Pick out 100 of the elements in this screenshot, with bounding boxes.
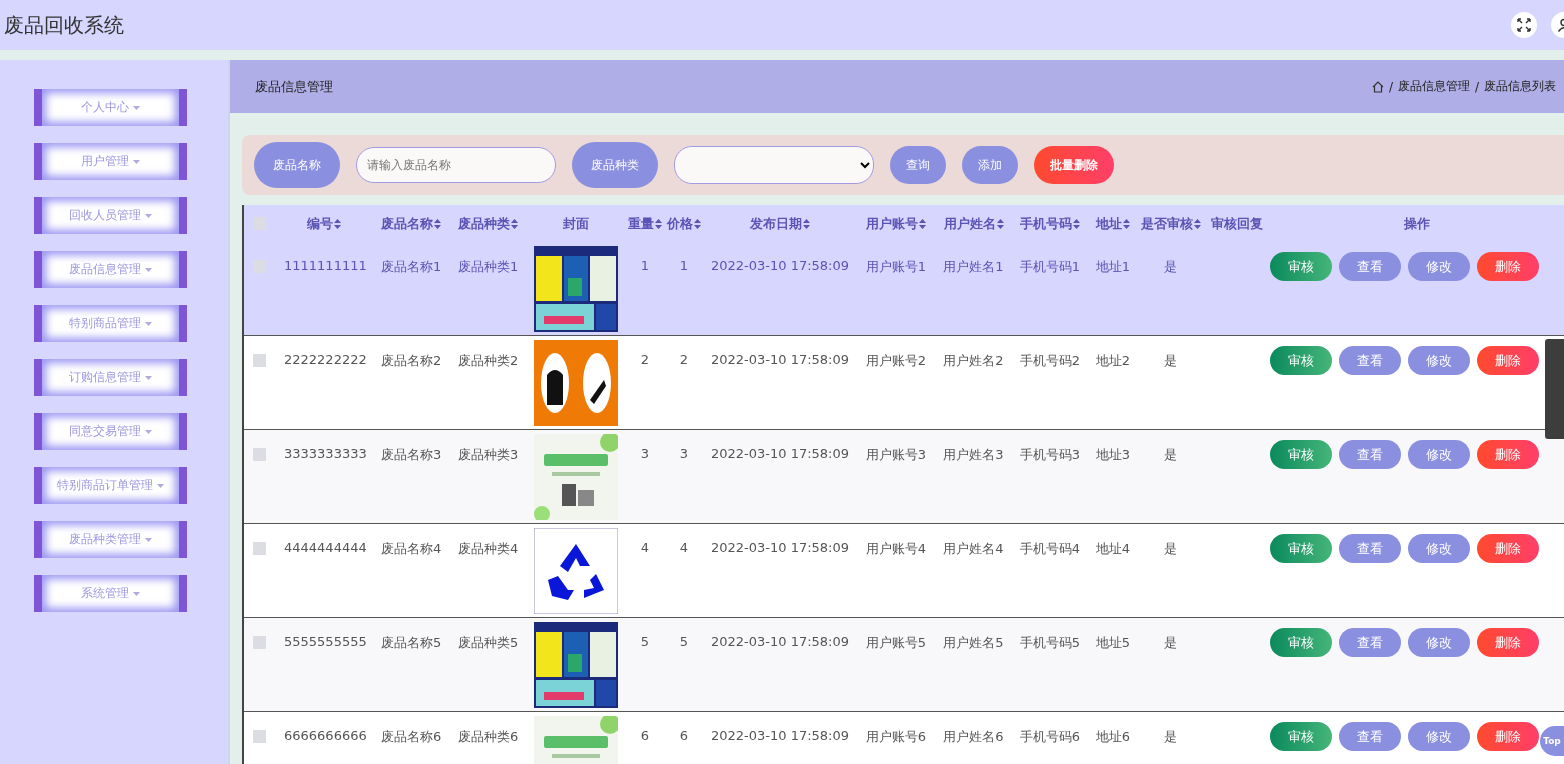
edit-button[interactable]: 修改	[1408, 252, 1470, 281]
row-checkbox[interactable]	[253, 636, 266, 649]
batch-delete-button[interactable]: 批量删除	[1034, 146, 1114, 184]
column-title: 操作	[1404, 214, 1430, 233]
table-cell-text: 地址3	[1094, 446, 1132, 464]
table-cell-text: 用户账号2	[864, 352, 928, 370]
name-input-field[interactable]: 请输入废品名称	[356, 147, 556, 183]
edit-button[interactable]: 修改	[1408, 534, 1470, 563]
sort-icon[interactable]	[1193, 218, 1201, 229]
delete-button[interactable]: 删除	[1477, 346, 1539, 375]
sidebar-item[interactable]: 系统管理	[34, 575, 187, 612]
table-row[interactable]: 3333333333 废品名称3 废品种类3 3 3 2022-03-10 17:58:09 用户账号3 用户姓名3 手机号码3 地址3 是 审核 查看 修改 删除	[244, 430, 1564, 524]
sidebar-item[interactable]: 废品信息管理	[34, 251, 187, 288]
sort-icon[interactable]	[433, 218, 441, 229]
sort-icon[interactable]	[1123, 218, 1130, 229]
row-checkbox[interactable]	[253, 542, 266, 555]
edit-button[interactable]: 修改	[1408, 440, 1470, 469]
sort-icon[interactable]	[694, 218, 701, 229]
table-cell-text: 1	[639, 257, 651, 273]
sidebar-item[interactable]: 特别商品订单管理	[34, 467, 187, 504]
row-checkbox[interactable]	[253, 260, 266, 273]
type-select-field[interactable]	[674, 146, 874, 184]
edit-button[interactable]: 修改	[1408, 628, 1470, 657]
view-button[interactable]: 查看	[1339, 722, 1401, 751]
table-cell-text: 废品名称5	[380, 634, 443, 652]
column-title: 用户姓名	[943, 214, 996, 233]
edit-button[interactable]: 修改	[1408, 722, 1470, 751]
sidebar-item[interactable]: 同意交易管理	[34, 413, 187, 450]
row-checkbox[interactable]	[253, 730, 266, 743]
view-button[interactable]: 查看	[1339, 346, 1401, 375]
table-cell-text: 手机号码4	[1018, 540, 1082, 558]
delete-button[interactable]: 删除	[1477, 440, 1539, 469]
sort-icon[interactable]	[919, 218, 926, 229]
table-cell-text: 用户姓名4	[942, 540, 1005, 558]
action-button[interactable]: 添加	[962, 146, 1018, 184]
column-title: 手机号码	[1020, 214, 1072, 233]
column-title: 价格	[667, 214, 693, 233]
sidebar-item[interactable]: 用户管理	[34, 143, 187, 180]
audit-button[interactable]: 审核	[1270, 440, 1332, 469]
delete-button[interactable]: 删除	[1477, 252, 1539, 281]
page-title: 废品信息管理	[255, 77, 334, 96]
sort-icon[interactable]	[996, 218, 1004, 229]
table-cell-text: 手机号码3	[1018, 446, 1082, 464]
column-title: 是否审核	[1140, 214, 1193, 233]
caret-icon	[133, 105, 140, 110]
sort-icon[interactable]	[511, 218, 518, 229]
table-cell-text: 废品种类3	[457, 446, 520, 464]
table-cell-text: 2222222222	[283, 351, 368, 367]
table-cell-text: 2	[639, 351, 651, 367]
sort-icon[interactable]	[655, 218, 662, 229]
table-cell-text: 用户姓名1	[942, 258, 1005, 276]
delete-button[interactable]: 删除	[1477, 722, 1539, 751]
edit-button[interactable]: 修改	[1408, 346, 1470, 375]
table-cell-text: 用户姓名5	[942, 634, 1005, 652]
sidebar-item[interactable]: 订购信息管理	[34, 359, 187, 396]
action-button[interactable]: 查询	[890, 146, 946, 184]
sidebar-item[interactable]: 个人中心	[34, 89, 187, 126]
table-cell-text: 用户姓名2	[942, 352, 1005, 370]
view-button[interactable]: 查看	[1339, 628, 1401, 657]
table-cell-text: 2022-03-10 17:58:09	[709, 445, 851, 461]
caret-icon	[133, 159, 140, 164]
sort-icon[interactable]	[1073, 218, 1080, 229]
sidebar-item[interactable]: 回收人员管理	[34, 197, 187, 234]
sort-icon[interactable]	[803, 218, 810, 229]
audit-button[interactable]: 审核	[1270, 346, 1332, 375]
caret-icon	[157, 483, 164, 488]
sidebar-item[interactable]: 特别商品管理	[34, 305, 187, 342]
sort-icon[interactable]	[333, 218, 341, 229]
table-row[interactable]: 2222222222 废品名称2 废品种类2 2 2 2022-03-10 17:58:09 用户账号2 用户姓名2 手机号码2 地址2 是 审核 查看 修改 删除	[244, 336, 1564, 430]
row-checkbox[interactable]	[253, 354, 266, 367]
table-row[interactable]: 1111111111 废品名称1 废品种类1 1 1 2022-03-10 17:58:09 用户账号1 用户姓名1 手机号码1 地址1 是 审核 查看 修改 删除	[244, 242, 1564, 336]
table-row[interactable]: 4444444444 废品名称4 废品种类4 4 4 2022-03-10 17:58:09 用户账号4 用户姓名4 手机号码4 地址4 是 审核 查看 修改 删除	[244, 524, 1564, 618]
audit-button[interactable]: 审核	[1270, 722, 1332, 751]
sidebar-item[interactable]: 废品种类管理	[34, 521, 187, 558]
view-button[interactable]: 查看	[1339, 440, 1401, 469]
column-title: 废品种类	[458, 214, 510, 233]
side-drawer-handle[interactable]	[1545, 339, 1564, 439]
table-cell-text: 1	[678, 257, 690, 273]
caret-icon	[133, 591, 140, 596]
select-all-checkbox[interactable]	[253, 217, 266, 230]
breadcrumb-separator: /	[1474, 79, 1479, 94]
table-cell-text: 废品名称3	[380, 446, 443, 464]
table-cell-text: 是	[1163, 258, 1178, 276]
fullscreen-icon[interactable]	[1511, 12, 1537, 38]
audit-button[interactable]: 审核	[1270, 628, 1332, 657]
row-checkbox[interactable]	[253, 448, 266, 461]
audit-button[interactable]: 审核	[1270, 252, 1332, 281]
table-row[interactable]: 5555555555 废品名称5 废品种类5 5 5 2022-03-10 17:58:09 用户账号5 用户姓名5 手机号码5 地址5 是 审核 查看 修改 删除	[244, 618, 1564, 712]
audit-button[interactable]: 审核	[1270, 534, 1332, 563]
table-cell-text: 地址5	[1094, 634, 1132, 652]
delete-button[interactable]: 删除	[1477, 628, 1539, 657]
breadcrumb-item[interactable]: 废品信息列表	[1484, 78, 1556, 95]
home-icon[interactable]	[1371, 80, 1384, 93]
breadcrumb-item[interactable]: 废品信息管理	[1397, 78, 1470, 95]
view-button[interactable]: 查看	[1339, 252, 1401, 281]
delete-button[interactable]: 删除	[1477, 534, 1539, 563]
table-cell-text: 地址2	[1094, 352, 1132, 370]
table-cell-text: 用户账号6	[864, 728, 928, 746]
caret-icon	[145, 375, 152, 380]
view-button[interactable]: 查看	[1339, 534, 1401, 563]
